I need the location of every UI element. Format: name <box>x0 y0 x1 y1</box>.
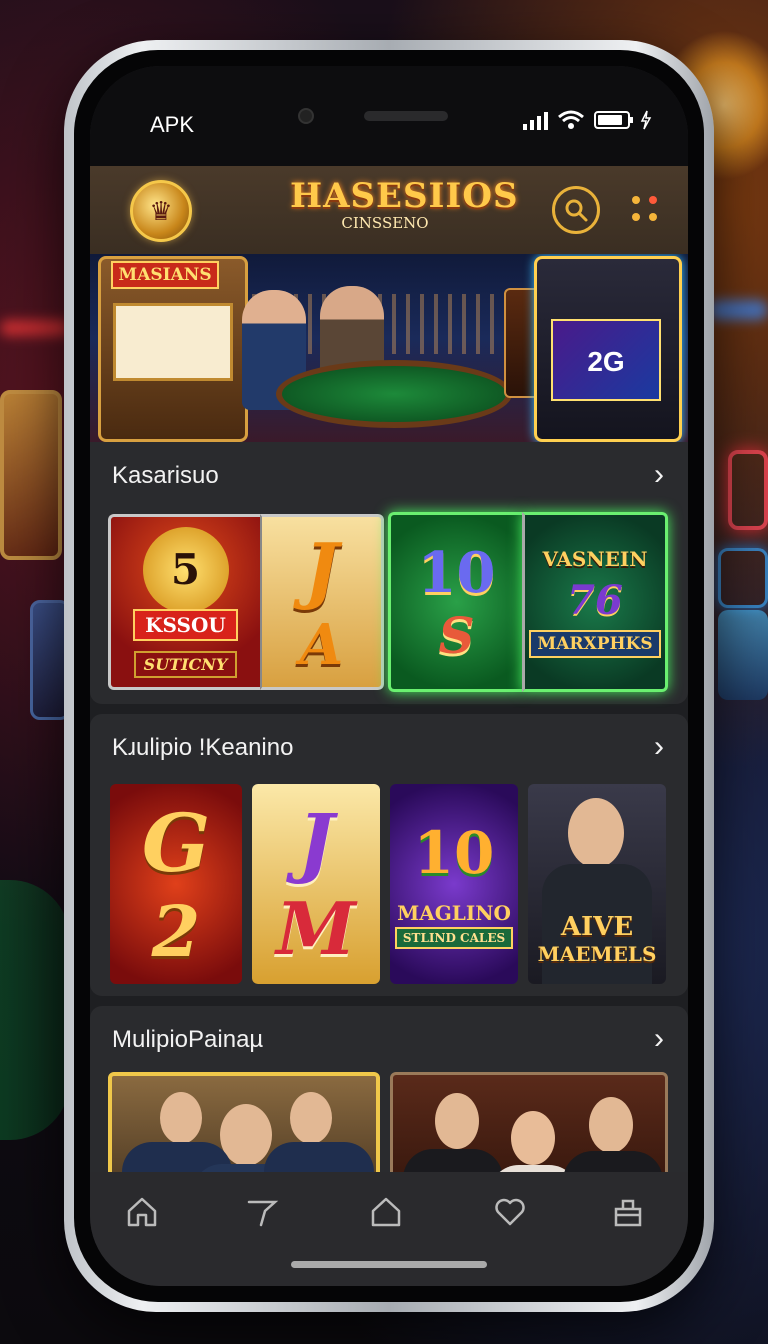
slot-sign: MASIANS <box>111 261 219 289</box>
casino-badge-icon[interactable]: ♛ <box>130 180 192 242</box>
search-icon <box>565 199 588 222</box>
tile-label: J <box>304 526 339 612</box>
nav-account[interactable] <box>606 1190 650 1234</box>
status-icons <box>523 110 652 130</box>
game-section: Kasarisuo › 5 KSSOU SUTICNY J A 10 S VAS… <box>90 442 688 704</box>
tile-label: 10 <box>413 819 495 887</box>
dealer-portrait <box>290 1092 332 1144</box>
game-tile-highlighted[interactable]: VASNEIN 76 MARXPHKS <box>522 512 668 692</box>
chevron-right-icon[interactable]: › <box>654 460 664 490</box>
tile-label: MAGLINO <box>397 901 511 925</box>
game-tile[interactable]: J A <box>260 514 384 690</box>
hero-banner[interactable]: MASIANS 2G <box>90 254 688 442</box>
status-bar: APK <box>90 66 688 176</box>
tile-label: VASNEIN <box>542 546 648 571</box>
dealer-portrait <box>160 1092 202 1144</box>
game-tile-highlighted[interactable]: 10 S <box>388 512 522 692</box>
game-tile[interactable]: 10 MAGLINO STLIND CALES <box>390 784 518 984</box>
status-carrier-label: APK <box>150 112 195 137</box>
tile-label: J <box>298 797 334 886</box>
section-title: Kɹulipio !Keanino <box>112 734 294 761</box>
section-title: MulipioPainaµ <box>112 1026 264 1053</box>
home-indicator[interactable] <box>291 1261 487 1268</box>
tag-icon <box>247 1200 279 1227</box>
nav-home[interactable] <box>120 1190 164 1234</box>
background-poker-table <box>0 880 70 1140</box>
signal-icon <box>523 110 548 130</box>
background-neon-sign <box>718 548 768 608</box>
chevron-right-icon[interactable]: › <box>654 1024 664 1054</box>
background-neon-right <box>708 300 768 320</box>
charging-icon <box>640 110 652 130</box>
tile-label: KSSOU <box>133 608 238 641</box>
nav-promotions[interactable] <box>240 1190 284 1234</box>
menu-dots-icon[interactable] <box>632 196 660 224</box>
tile-label: 76 <box>567 576 623 624</box>
tile-label: SUTICNY <box>133 650 238 678</box>
banner-arcade-machine: 2G <box>534 256 682 442</box>
phone-frame: APK ♛ HASESIIOS CINSSENO MASIANS 2G Kasa… <box>64 40 714 1312</box>
background-slot-machine <box>0 390 62 560</box>
app-logo: HASESIIOS CINSSENO <box>290 176 519 232</box>
bag-icon <box>614 1199 642 1227</box>
game-tile[interactable]: AIVE MAEMELS <box>528 784 666 984</box>
app-header: ♛ HASESIIOS CINSSENO <box>90 166 688 254</box>
tile-label: A <box>299 611 344 678</box>
background-neon-left <box>0 320 70 336</box>
background-neon-sign <box>728 450 768 530</box>
brand-title: HASESIIOS <box>290 176 519 216</box>
phone-bezel: APK ♛ HASESIIOS CINSSENO MASIANS 2G Kasa… <box>74 50 704 1302</box>
background-screen <box>718 610 768 700</box>
front-camera <box>298 108 314 124</box>
tile-label: 5 <box>170 545 201 594</box>
nav-favorites[interactable] <box>488 1190 532 1234</box>
tile-label: AIVE <box>560 912 634 942</box>
tile-label: MAEMELS <box>537 942 657 966</box>
tile-label: G <box>141 795 211 890</box>
host-portrait <box>568 798 624 868</box>
battery-icon <box>594 111 633 129</box>
heart-icon <box>495 1198 525 1226</box>
wifi-icon <box>558 110 584 129</box>
banner-slot-machine: MASIANS <box>98 256 248 442</box>
game-tile[interactable]: J M <box>252 784 380 984</box>
chevron-right-icon[interactable]: › <box>654 732 664 762</box>
search-button[interactable] <box>552 186 600 234</box>
phone-screen: APK ♛ HASESIIOS CINSSENO MASIANS 2G Kasa… <box>90 66 688 1286</box>
tile-label: S <box>438 605 475 665</box>
brand-subtitle: CINSSENO <box>341 214 429 232</box>
bottom-navigation <box>90 1172 688 1286</box>
arcade-screen: 2G <box>551 319 661 401</box>
earpiece-speaker <box>364 111 448 121</box>
nav-lobby[interactable] <box>364 1190 408 1234</box>
game-section: Kɹulipio !Keanino › G 2 J M 10 MAGLINO S… <box>90 714 688 996</box>
tile-label: M <box>276 886 356 971</box>
slot-reels <box>113 303 233 381</box>
tile-label: 10 <box>417 539 496 606</box>
tile-label: STLIND CALES <box>394 927 514 949</box>
dealer-portrait <box>435 1093 479 1149</box>
house-icon <box>371 1197 401 1227</box>
poker-table <box>276 360 512 428</box>
dealer-portrait <box>589 1097 633 1153</box>
tile-label: MARXPHKS <box>529 629 661 658</box>
game-tile[interactable]: G 2 <box>110 784 242 984</box>
tile-label: 2 <box>151 889 201 973</box>
game-tile[interactable]: 5 KSSOU SUTICNY <box>108 514 260 690</box>
section-title: Kasarisuo <box>112 462 219 489</box>
home-icon <box>127 1197 157 1227</box>
